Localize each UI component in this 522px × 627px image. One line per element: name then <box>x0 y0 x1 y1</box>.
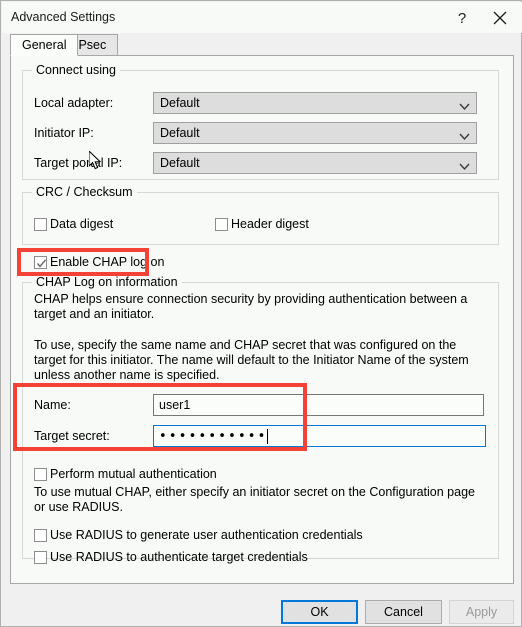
chap-paragraph-2: To use, specify the same name and CHAP s… <box>34 338 469 382</box>
chap-info-title: CHAP Log on information <box>32 275 182 289</box>
target-secret-masked-value: ••••••••••• <box>159 429 268 444</box>
chevron-down-icon <box>459 100 470 114</box>
checkbox-box <box>34 468 47 481</box>
target-secret-label: Target secret: <box>34 429 110 443</box>
tab-general[interactable]: General <box>10 34 79 56</box>
perform-mutual-auth-label: Perform mutual authentication <box>50 467 217 481</box>
chevron-down-icon <box>459 160 470 174</box>
window-title: Advanced Settings <box>11 10 116 24</box>
crc-checksum-title: CRC / Checksum <box>32 185 137 199</box>
name-input[interactable] <box>153 394 484 416</box>
chap-info-group: CHAP Log on information <box>22 275 499 559</box>
checkmark-icon <box>36 259 47 268</box>
checkbox-box-checked <box>34 256 47 269</box>
local-adapter-label: Local adapter: <box>34 96 114 110</box>
cancel-button[interactable]: Cancel <box>365 600 442 624</box>
title-bar: Advanced Settings ? <box>2 2 522 33</box>
checkbox-box <box>34 529 47 542</box>
svg-text:?: ? <box>458 10 466 27</box>
initiator-ip-value: Default <box>160 126 200 140</box>
checkbox-box <box>34 551 47 564</box>
name-label: Name: <box>34 398 71 412</box>
target-portal-ip-value: Default <box>160 156 200 170</box>
radius-generate-label: Use RADIUS to generate user authenticati… <box>50 528 363 542</box>
connect-using-title: Connect using <box>32 63 120 77</box>
enable-chap-label: Enable CHAP log on <box>50 255 165 269</box>
data-digest-label: Data digest <box>50 217 114 231</box>
radius-authenticate-label: Use RADIUS to authenticate target creden… <box>50 550 308 564</box>
help-icon[interactable]: ? <box>446 3 478 32</box>
ok-button[interactable]: OK <box>281 600 358 624</box>
initiator-ip-label: Initiator IP: <box>34 126 94 140</box>
text-caret <box>267 429 268 444</box>
checkbox-box <box>215 218 228 231</box>
local-adapter-dropdown[interactable]: Default <box>153 92 477 114</box>
apply-button: Apply <box>449 600 514 624</box>
chevron-down-icon <box>459 130 470 144</box>
advanced-settings-dialog: Advanced Settings ? General IPsec Connec… <box>0 0 522 627</box>
target-portal-ip-label: Target portal IP: <box>34 156 123 170</box>
local-adapter-value: Default <box>160 96 200 110</box>
target-secret-input[interactable]: ••••••••••• <box>153 425 486 447</box>
target-portal-ip-dropdown[interactable]: Default <box>153 152 477 174</box>
chap-paragraph-1: CHAP helps ensure connection security by… <box>34 292 468 321</box>
tab-page-general: Connect using Local adapter: Default Ini… <box>10 55 514 584</box>
close-icon[interactable] <box>484 3 516 32</box>
checkbox-box <box>34 218 47 231</box>
initiator-ip-dropdown[interactable]: Default <box>153 122 477 144</box>
mutual-chap-note: To use mutual CHAP, either specify an in… <box>34 485 475 514</box>
header-digest-label: Header digest <box>231 217 309 231</box>
tab-strip: General IPsec <box>10 34 514 56</box>
